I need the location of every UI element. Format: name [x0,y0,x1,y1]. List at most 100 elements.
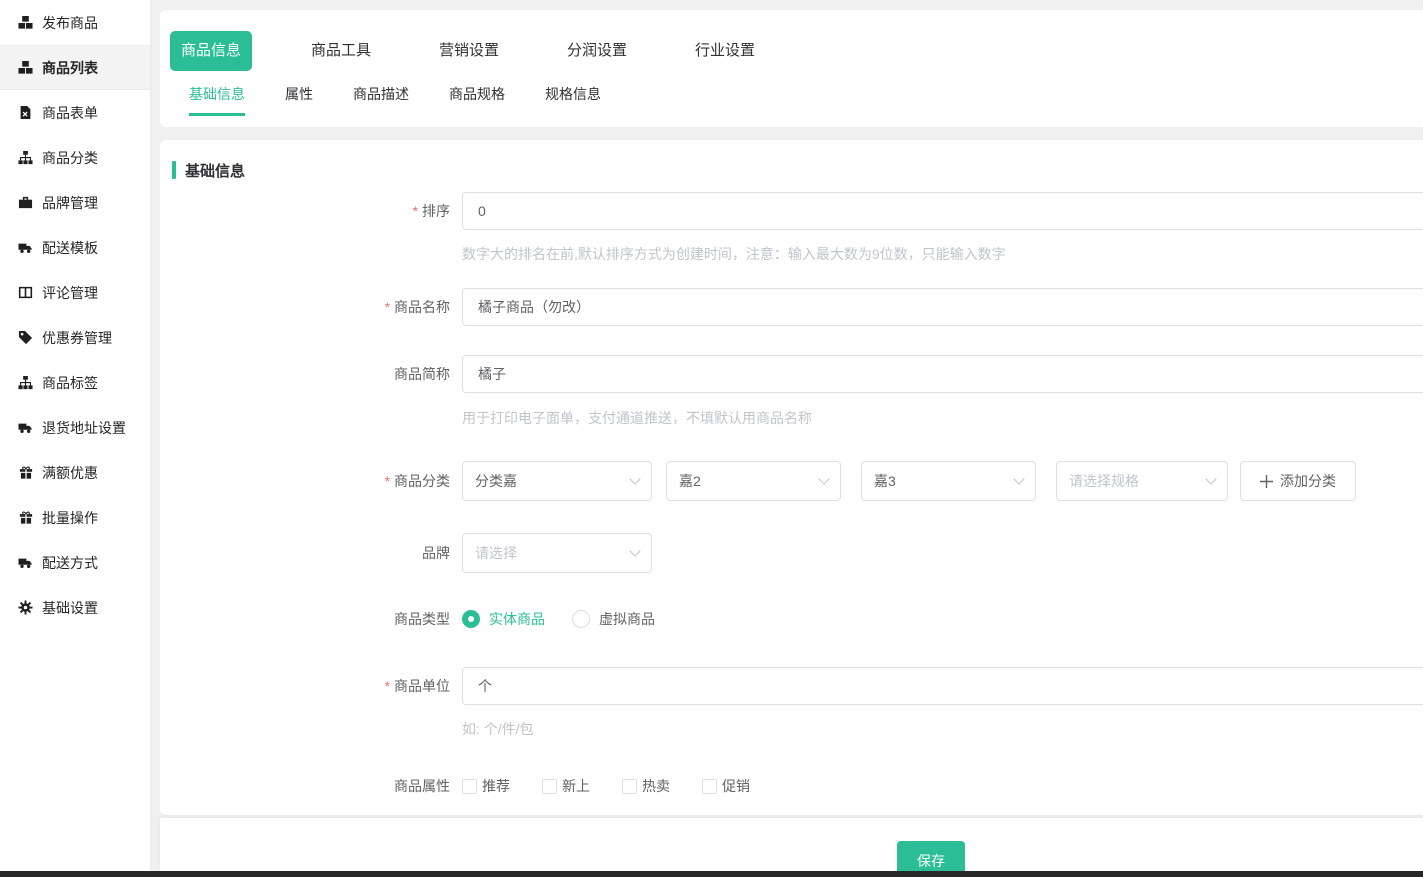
chevron-down-icon [1013,473,1024,484]
sort-hint: 数字大的排名在前,默认排序方式为创建时间，注意：输入最大数为9位数，只能输入数字 [462,244,1423,264]
sidebar-item-label: 满额优惠 [42,463,98,483]
checkbox-new-arrival[interactable]: 新上 [542,776,590,796]
sidebar-item-coupon-management[interactable]: 优惠券管理 [0,315,150,360]
plus-icon [1260,475,1273,488]
sidebar-item-product-list[interactable]: 商品列表 [0,45,150,90]
subtab-attributes[interactable]: 属性 [285,84,313,116]
radio-unselected-icon [572,610,590,628]
sidebar-item-label: 配送模板 [42,238,98,258]
sidebar-item-batch-operations[interactable]: 批量操作 [0,495,150,540]
cubes-icon [17,15,34,30]
sub-tabs: 基础信息 属性 商品描述 商品规格 规格信息 [189,84,1423,116]
sidebar-item-product-form[interactable]: 商品表单 [0,90,150,135]
file-excel-icon [17,105,34,120]
sidebar-item-label: 品牌管理 [42,193,98,213]
gift-icon [17,465,34,480]
short-name-input[interactable] [462,355,1423,393]
main-content: 商品信息 商品工具 营销设置 分润设置 行业设置 基础信息 属性 商品描述 商品… [160,0,1423,815]
field-label-product-type: 商品类型 [160,609,450,629]
main-tabs: 商品信息 商品工具 营销设置 分润设置 行业设置 [160,31,1423,71]
checkbox-label: 新上 [562,776,590,796]
sidebar-item-shipping-template[interactable]: 配送模板 [0,225,150,270]
tab-marketing-settings[interactable]: 营销设置 [405,31,533,71]
sidebar-item-basic-settings[interactable]: 基础设置 [0,585,150,630]
checkbox-recommended[interactable]: 推荐 [462,776,510,796]
checkbox-hot-sale[interactable]: 热卖 [622,776,670,796]
tab-product-tools[interactable]: 商品工具 [277,31,405,71]
gift-icon [17,510,34,525]
field-label-attributes: 商品属性 [160,776,450,796]
radio-physical-product[interactable]: 实体商品 [462,609,545,629]
add-category-button[interactable]: 添加分类 [1240,461,1356,501]
section-header: 基础信息 [172,160,1423,180]
tab-product-info[interactable]: 商品信息 [170,31,252,71]
sidebar-item-publish-product[interactable]: 发布商品 [0,0,150,45]
spec-select[interactable]: 请选择规格 [1056,461,1228,501]
unit-input[interactable] [462,667,1423,705]
chevron-down-icon [629,473,640,484]
add-category-label: 添加分类 [1280,471,1336,491]
truck-icon [17,421,34,435]
sidebar-item-label: 优惠券管理 [42,328,112,348]
subtab-basic-info[interactable]: 基础信息 [189,84,245,116]
chevron-down-icon [818,473,829,484]
tabs-card: 商品信息 商品工具 营销设置 分润设置 行业设置 基础信息 属性 商品描述 商品… [160,10,1423,127]
radio-label: 虚拟商品 [599,609,655,629]
sitemap-icon [17,150,34,165]
sidebar-item-shipping-method[interactable]: 配送方式 [0,540,150,585]
sidebar-item-review-management[interactable]: 评论管理 [0,270,150,315]
gear-icon [17,600,34,615]
select-value: 嘉3 [874,471,896,491]
section-title: 基础信息 [185,160,245,181]
sitemap-icon [17,375,34,390]
checkbox-unchecked-icon [622,779,637,794]
sidebar-item-label: 基础设置 [42,598,98,618]
columns-icon [17,285,34,300]
field-label-brand: 品牌 [160,543,450,563]
sidebar-item-product-tags[interactable]: 商品标签 [0,360,150,405]
sidebar-item-return-address-settings[interactable]: 退货地址设置 [0,405,150,450]
checkbox-unchecked-icon [542,779,557,794]
sidebar-item-label: 商品分类 [42,148,98,168]
tab-industry-settings[interactable]: 行业设置 [661,31,789,71]
checkbox-unchecked-icon [462,779,477,794]
field-label-sort: 排序 [160,201,450,221]
select-placeholder: 请选择 [475,543,517,563]
unit-hint: 如: 个/件/包 [462,719,1423,739]
subtab-spec-info[interactable]: 规格信息 [545,84,601,116]
checkbox-promotion[interactable]: 促销 [702,776,750,796]
checkbox-label: 促销 [722,776,750,796]
truck-icon [17,556,34,570]
checkbox-label: 热卖 [642,776,670,796]
sort-input[interactable] [462,192,1423,230]
truck-icon [17,241,34,255]
save-button[interactable]: 保存 [897,841,965,871]
category-select-level2[interactable]: 嘉2 [666,461,841,501]
category-select-level3[interactable]: 嘉3 [861,461,1036,501]
basic-info-form-card: 基础信息 排序 数字大的排名在前,默认排序方式为创建时间，注意：输入最大数为9位… [160,140,1423,815]
radio-virtual-product[interactable]: 虚拟商品 [572,609,655,629]
radio-label: 实体商品 [489,609,545,629]
category-select-level1[interactable]: 分类嘉 [462,461,652,501]
field-label-category: 商品分类 [160,471,450,491]
subtab-product-specs[interactable]: 商品规格 [449,84,505,116]
sidebar-item-label: 退货地址设置 [42,418,126,438]
briefcase-icon [17,195,34,210]
select-value: 嘉2 [679,471,701,491]
sidebar-item-full-discount[interactable]: 满额优惠 [0,450,150,495]
brand-select[interactable]: 请选择 [462,533,652,573]
sidebar-item-product-category[interactable]: 商品分类 [0,135,150,180]
field-label-unit: 商品单位 [160,676,450,696]
sidebar: 发布商品 商品列表 商品表单 商品分类 品牌管理 配送模板 评论管理 优惠券管理… [0,0,150,877]
window-bottom-bar [0,871,1423,877]
sidebar-item-brand-management[interactable]: 品牌管理 [0,180,150,225]
sidebar-item-label: 批量操作 [42,508,98,528]
cubes-icon [17,60,34,75]
select-placeholder: 请选择规格 [1069,471,1139,491]
subtab-product-description[interactable]: 商品描述 [353,84,409,116]
tab-profit-sharing-settings[interactable]: 分润设置 [533,31,661,71]
checkbox-unchecked-icon [702,779,717,794]
radio-selected-icon [462,610,480,628]
sidebar-item-label: 发布商品 [42,13,98,33]
product-name-input[interactable] [462,288,1423,326]
